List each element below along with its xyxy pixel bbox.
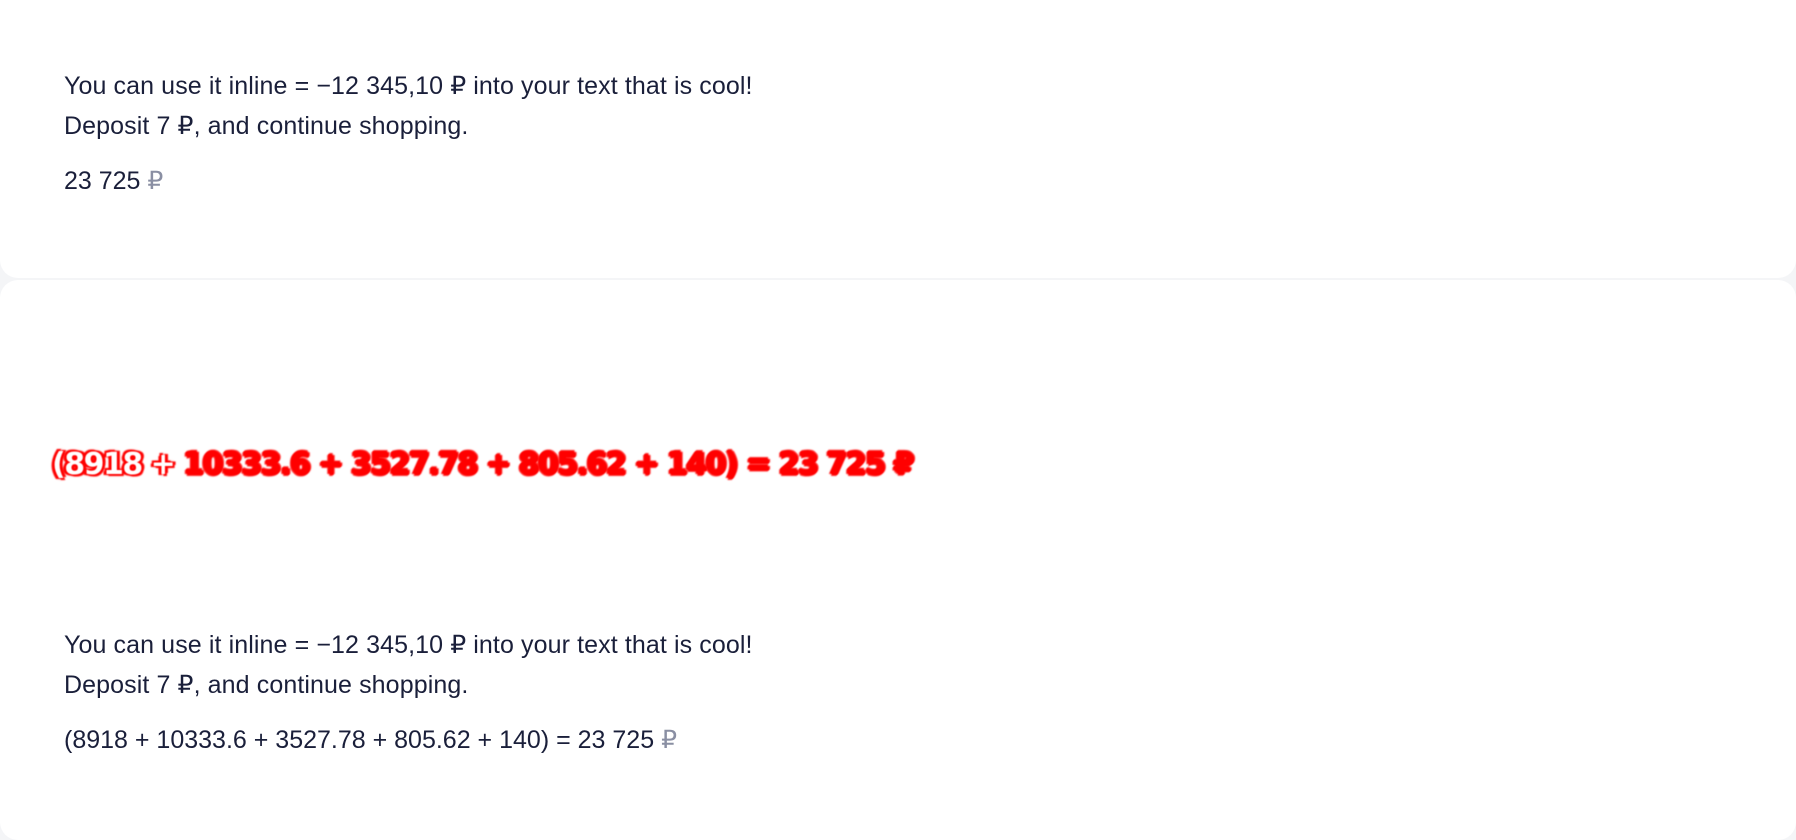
formula-display: (8918 + 10333.6 + 3527.78 + 805.62 + 140… (64, 723, 677, 757)
distorted-formula-prefix: (8918 + (52, 447, 184, 482)
inline-amount-paragraph-line-2: Deposit 7 ₽, and continue shopping. (64, 671, 469, 699)
distorted-formula-rest: 10333.6 + 3527.78 + 805.62 + 140) = 23 7… (183, 447, 914, 482)
amount-currency: ₽ (147, 167, 164, 195)
inline-amount-paragraph-line-1: You can use it inline = −12 345,10 ₽ int… (64, 72, 753, 100)
amount-value: 23 725 (64, 167, 141, 195)
formula-currency: ₽ (661, 726, 677, 754)
formula-expression: (8918 + 10333.6 + 3527.78 + 805.62 + 140… (64, 726, 655, 754)
bottom-card: You can use it inline = −12 345,10 ₽ int… (0, 280, 1796, 840)
inline-amount-paragraph-line-1: You can use it inline = −12 345,10 ₽ int… (64, 631, 753, 659)
inline-amount-paragraph-line-2: Deposit 7 ₽, and continue shopping. (64, 112, 469, 140)
amount-display: 23 725 ₽ (64, 164, 163, 198)
top-card: You can use it inline = −12 345,10 ₽ int… (0, 0, 1796, 278)
distorted-formula-render: (8918 + 10333.6 + 3527.78 + 805.62 + 140… (52, 445, 914, 485)
